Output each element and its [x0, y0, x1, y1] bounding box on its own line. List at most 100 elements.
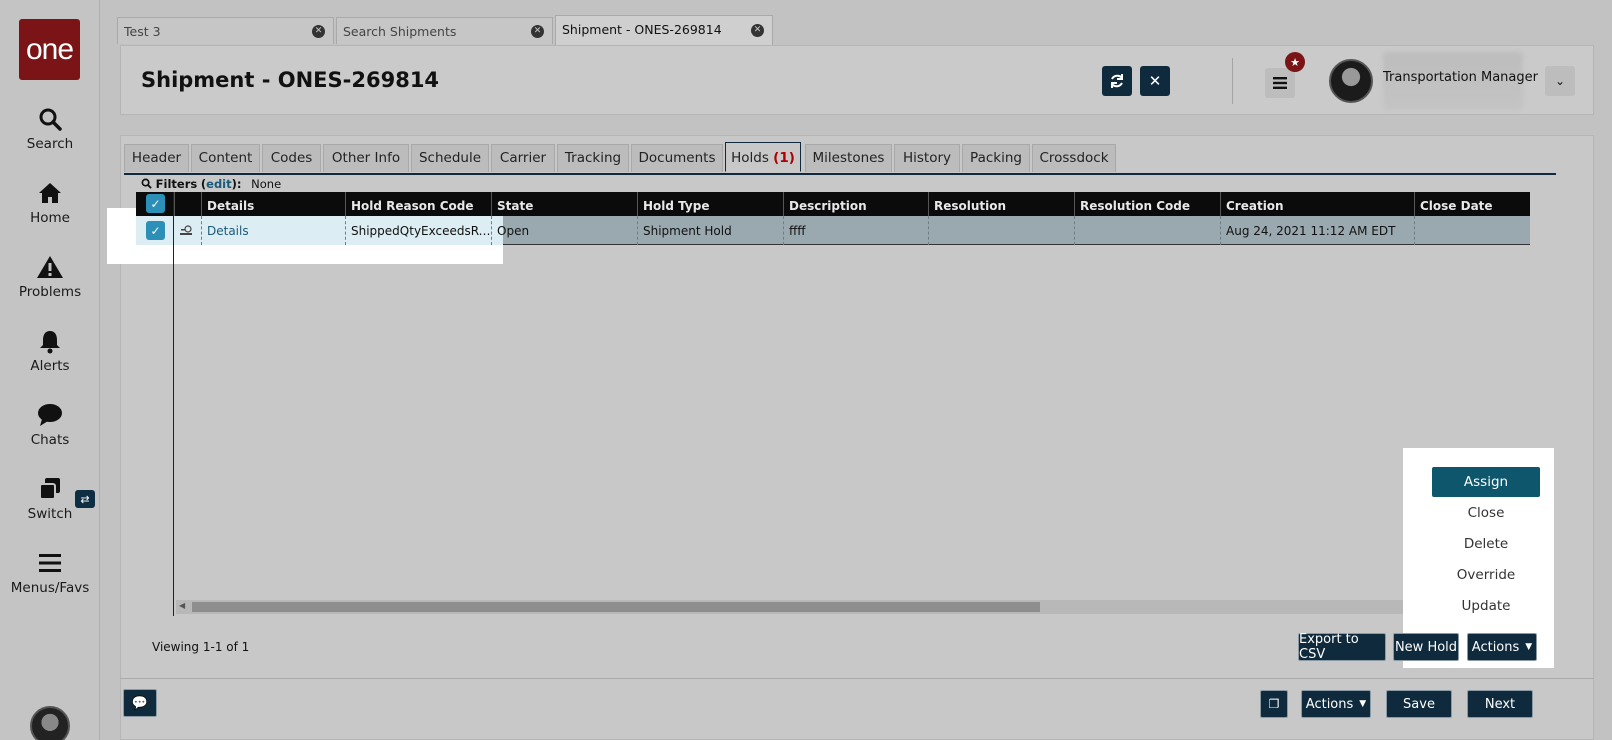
star-badge-icon: ★: [1285, 52, 1305, 72]
favorites-menu-button[interactable]: [1265, 68, 1295, 98]
nav-alerts-label: Alerts: [30, 358, 70, 374]
nav-menus-favs[interactable]: Menus/Favs: [0, 550, 100, 596]
user-role: Transportation Manager: [1383, 70, 1538, 85]
tab-schedule[interactable]: Schedule: [411, 144, 489, 172]
header-divider: [1232, 58, 1233, 104]
grid-col-hold-reason-code[interactable]: Hold Reason Code: [345, 192, 491, 216]
doc-tab-search-shipments[interactable]: Search Shipments ✕: [336, 17, 553, 44]
close-tab-icon[interactable]: ✕: [312, 25, 325, 38]
save-button[interactable]: Save: [1386, 690, 1452, 718]
hold-detail-icon[interactable]: [179, 224, 193, 238]
grid-col-details[interactable]: Details: [201, 192, 345, 216]
doc-tab-test3[interactable]: Test 3 ✕: [117, 17, 334, 44]
left-sidebar: one Search Home Problems Alerts Chats Sw…: [0, 0, 100, 740]
grid-col-description[interactable]: Description: [783, 192, 928, 216]
chat-icon: [38, 404, 62, 426]
footer-actions-label: Actions: [1305, 696, 1354, 712]
tab-documents[interactable]: Documents: [631, 144, 723, 172]
tab-milestones[interactable]: Milestones: [805, 144, 892, 172]
row-resolution-code: [1074, 216, 1220, 245]
row-details-link[interactable]: Details: [201, 216, 345, 245]
grid-horizontal-scrollbar[interactable]: ◀: [176, 600, 1424, 614]
grid-col-hold-type[interactable]: Hold Type: [637, 192, 783, 216]
user-avatar[interactable]: [1329, 59, 1373, 103]
nav-problems[interactable]: Problems: [0, 254, 100, 300]
nav-search[interactable]: Search: [0, 106, 100, 152]
footer-actions-button[interactable]: Actions ▼: [1301, 690, 1371, 718]
menu-item-close[interactable]: Close: [1432, 498, 1540, 528]
select-all-checkbox[interactable]: ✓: [146, 194, 165, 213]
menu-item-override[interactable]: Override: [1432, 560, 1540, 590]
nav-menus-favs-label: Menus/Favs: [10, 580, 90, 596]
tab-other-info[interactable]: Other Info: [323, 144, 409, 172]
grid-col-resolution[interactable]: Resolution: [928, 192, 1074, 216]
next-button[interactable]: Next: [1467, 690, 1533, 718]
chat-toggle-button[interactable]: 💬: [123, 689, 157, 717]
row-close-date: [1414, 216, 1530, 245]
grid-actions-label: Actions: [1471, 639, 1520, 655]
caret-down-icon: ▼: [1525, 642, 1533, 652]
tab-holds-label: Holds: [731, 150, 769, 166]
table-row[interactable]: ✓ Details ShippedQtyExceedsRequ... Open …: [136, 216, 1530, 245]
nav-chats-label: Chats: [30, 432, 70, 448]
new-hold-button[interactable]: New Hold: [1393, 633, 1459, 661]
row-state: Open: [491, 216, 637, 245]
one-logo[interactable]: one: [19, 19, 80, 80]
close-icon: ✕: [1148, 72, 1162, 90]
tabs-underline: [124, 173, 1556, 175]
viewing-count: Viewing 1-1 of 1: [152, 640, 250, 654]
tab-tracking[interactable]: Tracking: [557, 144, 629, 172]
scroll-left-icon[interactable]: ◀: [179, 601, 185, 610]
switch-arrows-icon[interactable]: ⇄: [75, 490, 95, 508]
chevron-down-icon: ⌄: [1554, 74, 1566, 88]
row-checkbox[interactable]: ✓: [146, 221, 165, 240]
export-csv-button[interactable]: Export to CSV: [1298, 632, 1386, 662]
tab-crossdock[interactable]: Crossdock: [1032, 144, 1116, 172]
menu-item-assign[interactable]: Assign: [1432, 467, 1540, 497]
close-page-button[interactable]: ✕: [1140, 66, 1170, 96]
sidebar-avatar[interactable]: [30, 706, 70, 740]
tab-holds[interactable]: Holds (1): [725, 142, 801, 172]
nav-alerts[interactable]: Alerts: [0, 328, 100, 374]
search-icon: [39, 108, 62, 131]
doc-tab-shipment[interactable]: Shipment - ONES-269814 ✕: [555, 15, 773, 45]
refresh-button[interactable]: [1102, 66, 1132, 96]
scrollbar-thumb[interactable]: [192, 602, 1040, 612]
caret-down-icon: ▼: [1359, 699, 1367, 709]
page-title: Shipment - ONES-269814: [141, 68, 440, 92]
page-header: Shipment - ONES-269814 ✕ ★ Transportatio…: [120, 45, 1594, 115]
close-tab-icon[interactable]: ✕: [751, 24, 764, 37]
user-menu-button[interactable]: ⌄: [1545, 66, 1575, 96]
filters-edit-link[interactable]: edit: [206, 177, 231, 191]
filters-value: None: [251, 177, 282, 191]
footer-divider: [120, 678, 1594, 679]
switch-icon: [39, 478, 60, 500]
nav-home-label: Home: [30, 210, 70, 226]
home-icon: [39, 183, 61, 203]
tab-content[interactable]: Content: [191, 144, 260, 172]
nav-chats[interactable]: Chats: [0, 402, 100, 448]
menu-item-delete[interactable]: Delete: [1432, 529, 1540, 559]
actions-dropdown-menu: Assign Close Delete Override Update: [1422, 456, 1548, 632]
copy-button[interactable]: ❐: [1260, 690, 1288, 718]
tab-history[interactable]: History: [894, 144, 960, 172]
tab-header[interactable]: Header: [124, 144, 189, 172]
tab-packing[interactable]: Packing: [962, 144, 1030, 172]
row-creation: Aug 24, 2021 11:12 AM EDT: [1220, 216, 1414, 245]
doc-tab-label: Shipment - ONES-269814: [562, 22, 722, 37]
tab-codes[interactable]: Codes: [262, 144, 321, 172]
grid-col-close-date[interactable]: Close Date: [1414, 192, 1530, 216]
grid-col-icon: [174, 192, 201, 216]
doc-tab-label: Search Shipments: [343, 24, 457, 39]
close-tab-icon[interactable]: ✕: [531, 25, 544, 38]
menu-item-update[interactable]: Update: [1432, 591, 1540, 621]
doc-tab-label: Test 3: [124, 24, 161, 39]
grid-actions-button[interactable]: Actions ▼: [1467, 633, 1537, 661]
nav-home[interactable]: Home: [0, 180, 100, 226]
grid-col-state[interactable]: State: [491, 192, 637, 216]
tab-carrier[interactable]: Carrier: [491, 144, 555, 172]
row-resolution: [928, 216, 1074, 245]
grid-col-creation[interactable]: Creation: [1220, 192, 1414, 216]
nav-search-label: Search: [26, 136, 74, 152]
grid-col-resolution-code[interactable]: Resolution Code: [1074, 192, 1220, 216]
